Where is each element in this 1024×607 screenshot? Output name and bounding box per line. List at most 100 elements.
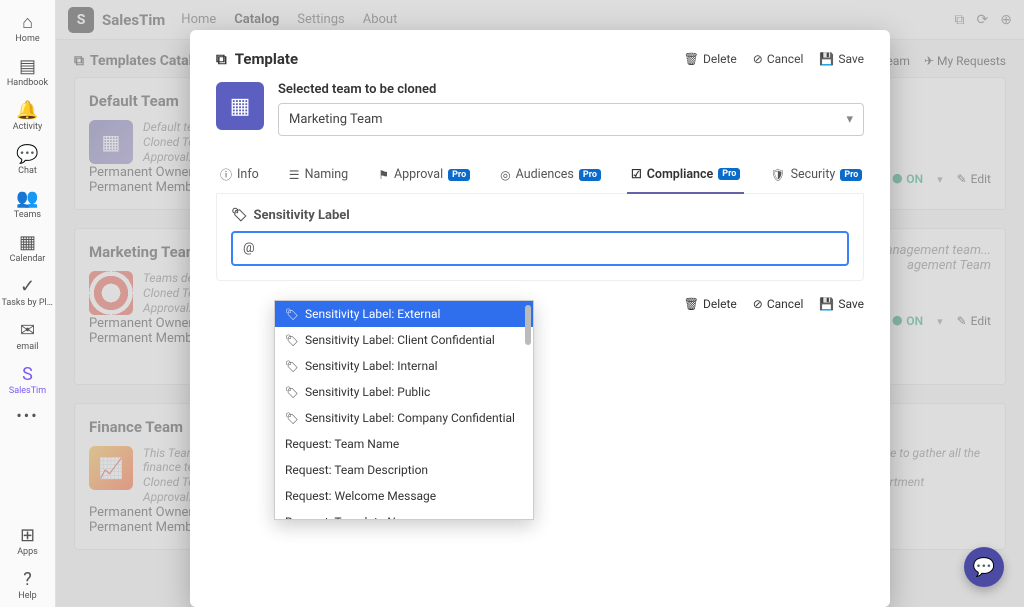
rail-icon: 💬	[16, 144, 38, 164]
rail-icon: 🔔	[16, 100, 38, 120]
tab-label: Security	[791, 167, 836, 182]
rail-item-handbook[interactable]: ▤ Handbook	[2, 50, 54, 94]
tab-label: Info	[237, 167, 259, 182]
rail-label: Chat	[2, 166, 54, 176]
dropdown-item-text: Sensitivity Label: Internal	[305, 359, 438, 373]
modal-title-text: Template	[235, 50, 298, 68]
rail-icon: ⌂	[22, 12, 33, 32]
rail-item-calendar[interactable]: ▦ Calendar	[2, 226, 54, 270]
rail-item-email[interactable]: ✉ email	[2, 314, 54, 358]
delete-button[interactable]: 🗑 Delete	[684, 52, 737, 66]
delete-button-footer[interactable]: 🗑 Delete	[684, 297, 737, 311]
tab-label: Approval	[394, 167, 443, 182]
scrollbar-thumb[interactable]	[525, 305, 531, 345]
rail-item-salestim[interactable]: S SalesTim	[2, 358, 54, 402]
dropdown-item-text: Request: Team Description	[285, 463, 428, 477]
dropdown-item[interactable]: 🏷 Sensitivity Label: Company Confidential	[275, 405, 533, 431]
dropdown-item-text: Sensitivity Label: Company Confidential	[305, 411, 515, 425]
pro-badge: Pro	[718, 168, 740, 180]
dropdown-item[interactable]: Request: Welcome Message	[275, 483, 533, 509]
rail-label: Activity	[2, 122, 54, 132]
pro-badge: Pro	[840, 169, 862, 181]
chat-launcher[interactable]: 💬	[964, 547, 1004, 587]
dropdown-item[interactable]: Request: Team Name	[275, 431, 533, 457]
tag-icon: 🏷	[285, 412, 299, 425]
save-button[interactable]: 💾 Save	[819, 52, 864, 66]
chevron-down-icon: ▾	[846, 112, 853, 127]
dropdown-item[interactable]: 🏷 Sensitivity Label: Public	[275, 379, 533, 405]
rail-more-icon[interactable]: •••	[16, 406, 38, 425]
sensitivity-input[interactable]: @	[231, 231, 849, 266]
rail-icon: ?	[23, 569, 32, 589]
cancel-button[interactable]: ⊘ Cancel	[753, 52, 804, 66]
modal-overlay: ⧉ Template 🗑 Delete ⊘ Cancel 💾 Save ▦ Sel…	[56, 0, 1024, 607]
cancel-button-footer[interactable]: ⊘ Cancel	[753, 297, 804, 311]
tab-audiences[interactable]: ◎ Audiences Pro	[496, 158, 605, 193]
tab-security[interactable]: 🛡 Security Pro	[766, 158, 866, 193]
rail-label: email	[2, 342, 54, 352]
tag-icon: 🏷	[285, 360, 299, 373]
dropdown-item-text: Request: Welcome Message	[285, 489, 436, 503]
dropdown-item[interactable]: Request: Team Description	[275, 457, 533, 483]
rail-item-activity[interactable]: 🔔 Activity	[2, 94, 54, 138]
rail-icon: ✉	[20, 320, 35, 340]
rail-label: Help	[2, 591, 54, 601]
rail-label: Handbook	[2, 78, 54, 88]
dropdown-item-text: Sensitivity Label: Public	[305, 385, 430, 399]
tab-icon: ☑	[631, 167, 642, 181]
dropdown-item[interactable]: 🏷Sensitivity Label: External	[275, 301, 533, 327]
clone-team-select[interactable]: Marketing Team ▾	[278, 103, 864, 136]
rail-label: Tasks by Pl...	[2, 298, 54, 308]
left-rail: ⌂ Home ▤ Handbook 🔔 Activity 💬 Chat 👥 Teams ▦ Calen…	[0, 0, 56, 607]
modal-tabs: ⓘ Info ☰ Naming ⚑ Approval Pro ◎ Audiences Pro ☑ Co…	[216, 158, 864, 194]
rail-label: SalesTim	[2, 386, 54, 396]
rail-icon: ▤	[19, 56, 36, 76]
dropdown-item[interactable]: Request: Template Name	[275, 509, 533, 520]
tag-icon: 🏷	[231, 208, 248, 223]
tab-compliance[interactable]: ☑ Compliance Pro	[627, 158, 744, 194]
rail-item-help[interactable]: ? Help	[2, 563, 54, 607]
pro-badge: Pro	[579, 169, 601, 181]
dropdown-item[interactable]: 🏷 Sensitivity Label: Client Confidential	[275, 327, 533, 353]
template-icon: ⧉	[216, 50, 227, 68]
tab-icon: 🛡	[770, 168, 785, 182]
tab-label: Audiences	[516, 167, 574, 182]
rail-icon: ⊞	[20, 525, 35, 545]
dropdown-item-text: Request: Team Name	[285, 437, 399, 451]
rail-item-chat[interactable]: 💬 Chat	[2, 138, 54, 182]
rail-item-apps[interactable]: ⊞Apps	[2, 519, 54, 563]
rail-icon: ▦	[19, 232, 36, 252]
dropdown-item[interactable]: 🏷 Sensitivity Label: Internal	[275, 353, 533, 379]
rail-item-home[interactable]: ⌂ Home	[2, 6, 54, 50]
dropdown-item-text: Sensitivity Label: Client Confidential	[305, 333, 495, 347]
tab-label: Naming	[305, 167, 349, 182]
pro-badge: Pro	[448, 169, 470, 181]
tab-naming[interactable]: ☰ Naming	[285, 158, 352, 193]
rail-icon: S	[22, 364, 33, 384]
dropdown-item-text: Request: Template Name	[285, 515, 419, 520]
tag-icon: 🏷	[285, 308, 299, 321]
rail-item-teams[interactable]: 👥 Teams	[2, 182, 54, 226]
clone-team-icon: ▦	[216, 82, 264, 130]
rail-item-tasks-by-pl-[interactable]: ✓Tasks by Pl...	[2, 270, 54, 314]
tag-icon: 🏷	[285, 334, 299, 347]
tab-icon: ⚑	[378, 168, 389, 182]
tab-info[interactable]: ⓘ Info	[216, 158, 263, 193]
clone-label: Selected team to be cloned	[278, 82, 864, 97]
compliance-panel: 🏷 Sensitivity Label @	[216, 194, 864, 281]
tag-icon: 🏷	[285, 386, 299, 399]
rail-label: Calendar	[2, 254, 54, 264]
tab-icon: ◎	[500, 168, 510, 182]
tab-icon: ⓘ	[220, 166, 232, 183]
save-button-footer[interactable]: 💾 Save	[819, 297, 864, 311]
clone-team-value: Marketing Team	[289, 112, 846, 127]
rail-label: Home	[2, 34, 54, 44]
tab-label: Compliance	[647, 167, 714, 182]
main: S SalesTim HomeCatalogSettingsAbout ⧉ ⟳ …	[56, 0, 1024, 607]
rail-label: Teams	[2, 210, 54, 220]
tab-icon: ☰	[289, 168, 300, 182]
sensitivity-dropdown[interactable]: 🏷Sensitivity Label: External🏷Sensitivity…	[274, 300, 534, 520]
tab-approval[interactable]: ⚑ Approval Pro	[374, 158, 474, 193]
sensitivity-label-title: Sensitivity Label	[254, 208, 350, 223]
rail-icon: 👥	[16, 188, 38, 208]
